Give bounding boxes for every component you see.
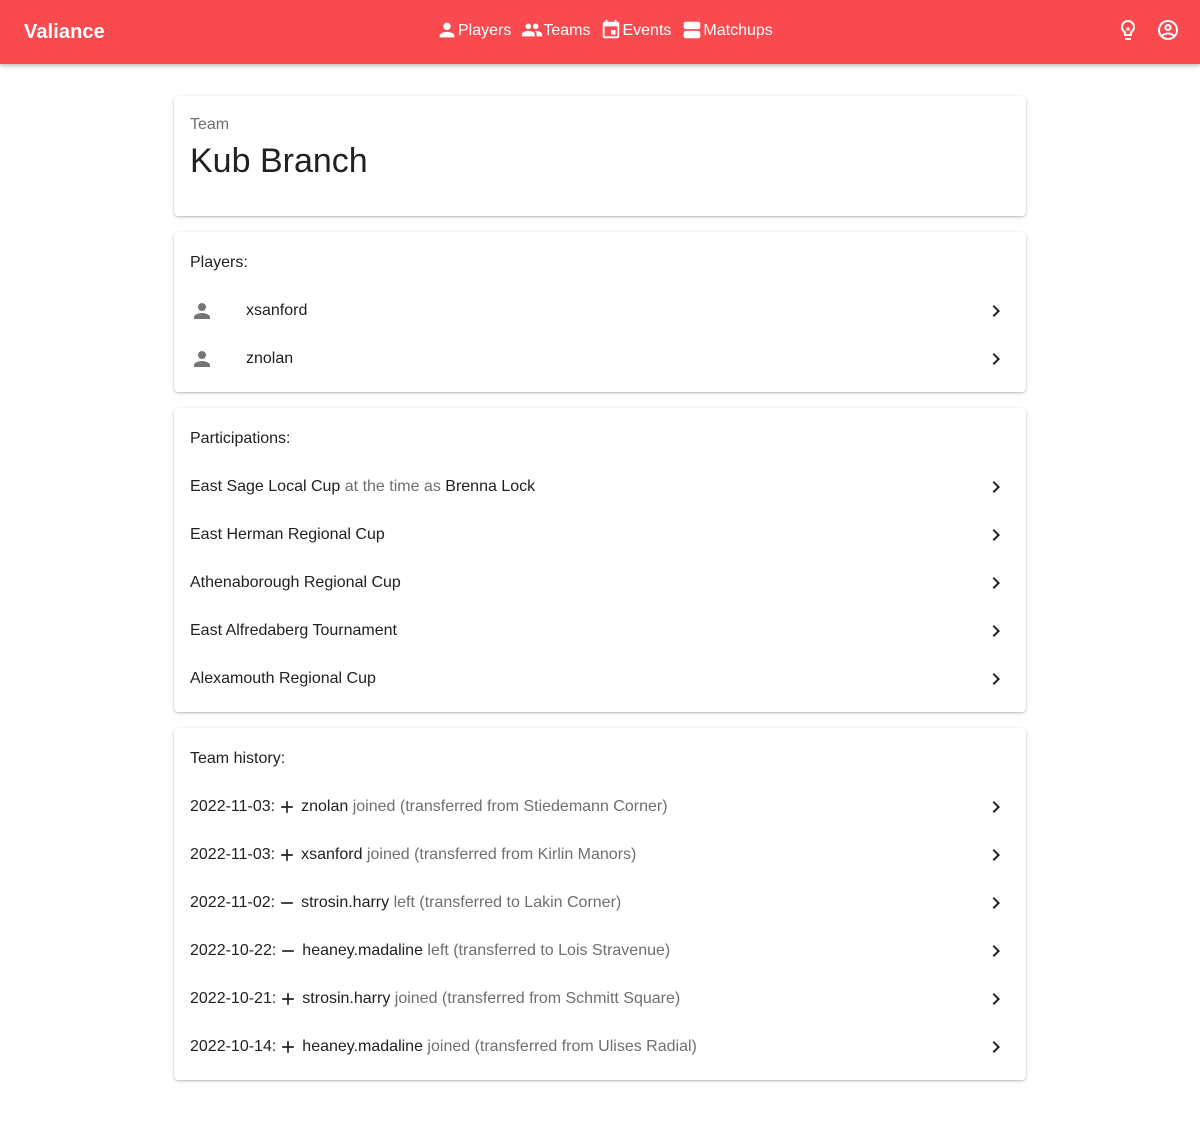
history-player: heaney.madaline [302, 1038, 423, 1055]
team-overline: Team [190, 116, 230, 133]
nav-players[interactable]: Players [436, 16, 511, 48]
app-bar: Valiance Players Teams Events Matchups [0, 0, 1200, 64]
plus-icon [278, 989, 298, 1009]
player-name: xsanford [246, 302, 308, 319]
players-list: xsanford znolan [174, 287, 1026, 383]
history-date: 2022-11-03: [190, 798, 276, 815]
history-text: joined (transferred from Ulises Radial) [422, 1038, 697, 1055]
nav-teams-label: Teams [543, 22, 591, 39]
history-row[interactable]: 2022-10-21: strosin.harry joined (transf… [174, 975, 1026, 1023]
account-circle-icon [1156, 18, 1180, 47]
person-icon [190, 299, 214, 323]
history-title: Team history: [190, 750, 286, 767]
chevron-right-icon [984, 619, 1008, 643]
participation-row[interactable]: East Alfredaberg Tournament [174, 607, 1026, 655]
chevron-right-icon [984, 475, 1008, 499]
players-card: Players: xsanford znolan [174, 232, 1026, 392]
history-text: left (transferred to Lakin Corner) [389, 894, 622, 911]
nav-events[interactable]: Events [600, 16, 671, 48]
chevron-right-icon [984, 667, 1008, 691]
chevron-right-icon [984, 939, 1008, 963]
history-date: 2022-10-14: [190, 1038, 277, 1055]
history-player: znolan [301, 798, 349, 815]
nav-players-label: Players [458, 22, 512, 39]
history-row[interactable]: 2022-11-03: xsanford joined (transferred… [174, 831, 1026, 879]
app-actions [1100, 0, 1180, 64]
history-row[interactable]: 2022-10-22: heaney.madaline left (transf… [174, 927, 1026, 975]
chevron-right-icon [984, 843, 1008, 867]
minus-icon [278, 941, 298, 961]
history-player: strosin.harry [301, 894, 390, 911]
participation-row[interactable]: Alexamouth Regional Cup [174, 655, 1026, 703]
history-text: joined (transferred from Schmitt Square) [390, 990, 681, 1007]
chevron-right-icon [984, 299, 1008, 323]
plus-icon [278, 1037, 298, 1057]
history-list: 2022-11-03: znolan joined (transferred f… [174, 783, 1026, 1071]
history-row[interactable]: 2022-11-03: znolan joined (transferred f… [174, 783, 1026, 831]
chevron-right-icon [984, 891, 1008, 915]
matchups-icon [681, 19, 703, 46]
chevron-right-icon [984, 571, 1008, 595]
participation-row[interactable]: East Sage Local Cup at the time as Brenn… [174, 463, 1026, 511]
account-button[interactable] [1156, 18, 1180, 47]
participation-note: at the time as [340, 478, 446, 495]
participations-list: East Sage Local Cup at the time as Brenn… [174, 463, 1026, 703]
team-header-card: Team Kub Branch [174, 96, 1026, 216]
history-player: xsanford [301, 846, 363, 863]
nav-matchups[interactable]: Matchups [681, 16, 773, 48]
chevron-right-icon [984, 795, 1008, 819]
nav-teams[interactable]: Teams [521, 16, 590, 48]
plus-icon [277, 845, 297, 865]
event-name: Alexamouth Regional Cup [190, 670, 376, 687]
chevron-right-icon [984, 987, 1008, 1011]
chevron-right-icon [984, 1035, 1008, 1059]
history-date: 2022-10-21: [190, 990, 277, 1007]
history-date: 2022-11-02: [190, 894, 276, 911]
participation-row[interactable]: East Herman Regional Cup [174, 511, 1026, 559]
history-player: strosin.harry [302, 990, 391, 1007]
history-text: left (transferred to Lois Stravenue) [422, 942, 671, 959]
team-name: Kub Branch [190, 142, 368, 180]
player-name: znolan [246, 350, 294, 367]
player-row[interactable]: znolan [174, 335, 1026, 383]
participations-title: Participations: [190, 430, 291, 447]
nav-events-label: Events [622, 22, 672, 39]
chevron-right-icon [984, 523, 1008, 547]
history-date: 2022-10-22: [190, 942, 277, 959]
brand-title[interactable]: Valiance [24, 0, 105, 64]
people-icon [521, 19, 543, 46]
chevron-right-icon [984, 347, 1008, 371]
team-history-card: Team history: 2022-11-03: znolan joined … [174, 728, 1026, 1080]
participation-team: Brenna Lock [445, 478, 536, 495]
theme-toggle-button[interactable] [1116, 18, 1140, 47]
event-name: Athenaborough Regional Cup [190, 574, 401, 591]
event-name: East Alfredaberg Tournament [190, 622, 397, 639]
plus-icon [277, 797, 297, 817]
event-name: East Sage Local Cup [190, 478, 341, 495]
event-name: East Herman Regional Cup [190, 526, 385, 543]
person-icon [190, 347, 214, 371]
history-row[interactable]: 2022-11-02: strosin.harry left (transfer… [174, 879, 1026, 927]
minus-icon [277, 893, 297, 913]
history-row[interactable]: 2022-10-14: heaney.madaline joined (tran… [174, 1023, 1026, 1071]
history-player: heaney.madaline [302, 942, 423, 959]
participation-row[interactable]: Athenaborough Regional Cup [174, 559, 1026, 607]
nav-matchups-label: Matchups [703, 22, 773, 39]
player-row[interactable]: xsanford [174, 287, 1026, 335]
lightbulb-icon [1116, 18, 1140, 47]
person-icon [436, 19, 458, 46]
participations-card: Participations: East Sage Local Cup at t… [174, 408, 1026, 712]
history-date: 2022-11-03: [190, 846, 276, 863]
main-nav: Players Teams Events Matchups [436, 0, 773, 64]
calendar-icon [600, 19, 622, 46]
history-text: joined (transferred from Kirlin Manors) [362, 846, 637, 863]
history-text: joined (transferred from Stiedemann Corn… [348, 798, 668, 815]
players-title: Players: [190, 254, 248, 271]
